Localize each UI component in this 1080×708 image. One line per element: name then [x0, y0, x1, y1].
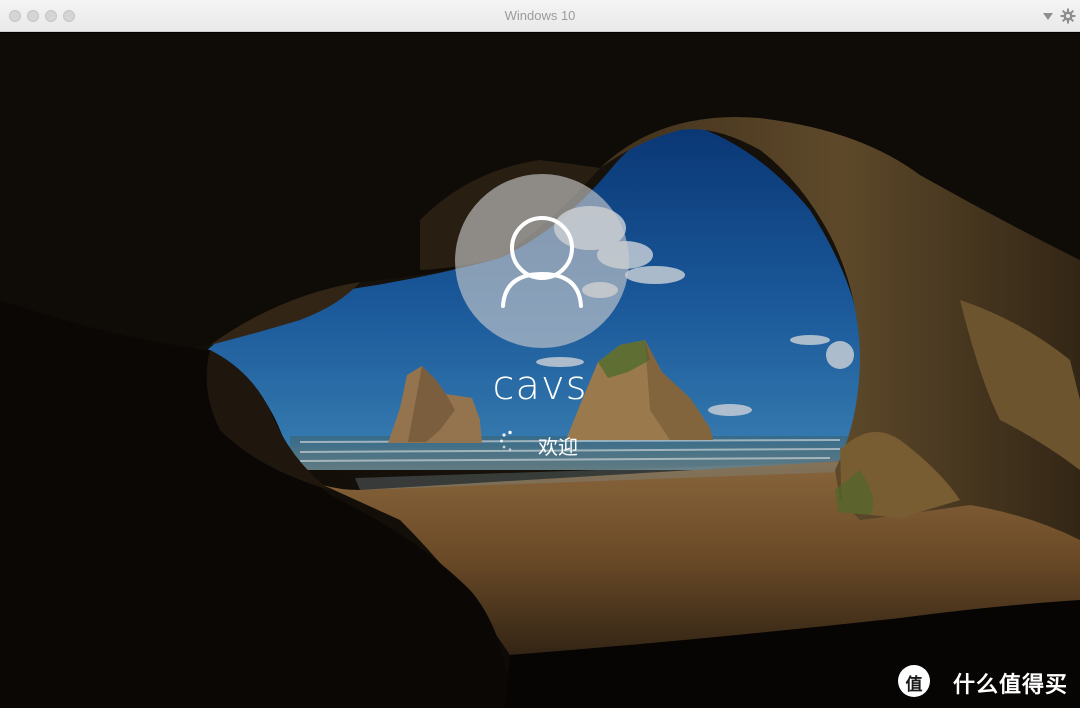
user-avatar-icon	[501, 216, 583, 308]
gear-icon[interactable]	[1060, 8, 1076, 24]
watermark-logo: 值	[898, 665, 930, 697]
vm-window: Windows 10 cavs 欢迎 值 什么值得买	[0, 0, 1080, 708]
status-row: 欢迎	[0, 430, 1080, 460]
dropdown-arrow-icon[interactable]	[1040, 9, 1056, 23]
watermark-text: 什么值得买	[952, 673, 1068, 698]
watermark-logo-char: 值	[905, 675, 923, 695]
welcome-status-text: 欢迎	[538, 435, 578, 459]
window-title: Windows 10	[504, 8, 576, 23]
user-avatar[interactable]	[455, 174, 629, 348]
title-bar: Windows 10	[0, 0, 1080, 32]
loading-spinner-icon	[500, 430, 512, 451]
username-label: cavs	[492, 363, 588, 409]
lock-screen[interactable]: cavs 欢迎 值 什么值得买	[0, 33, 1080, 708]
